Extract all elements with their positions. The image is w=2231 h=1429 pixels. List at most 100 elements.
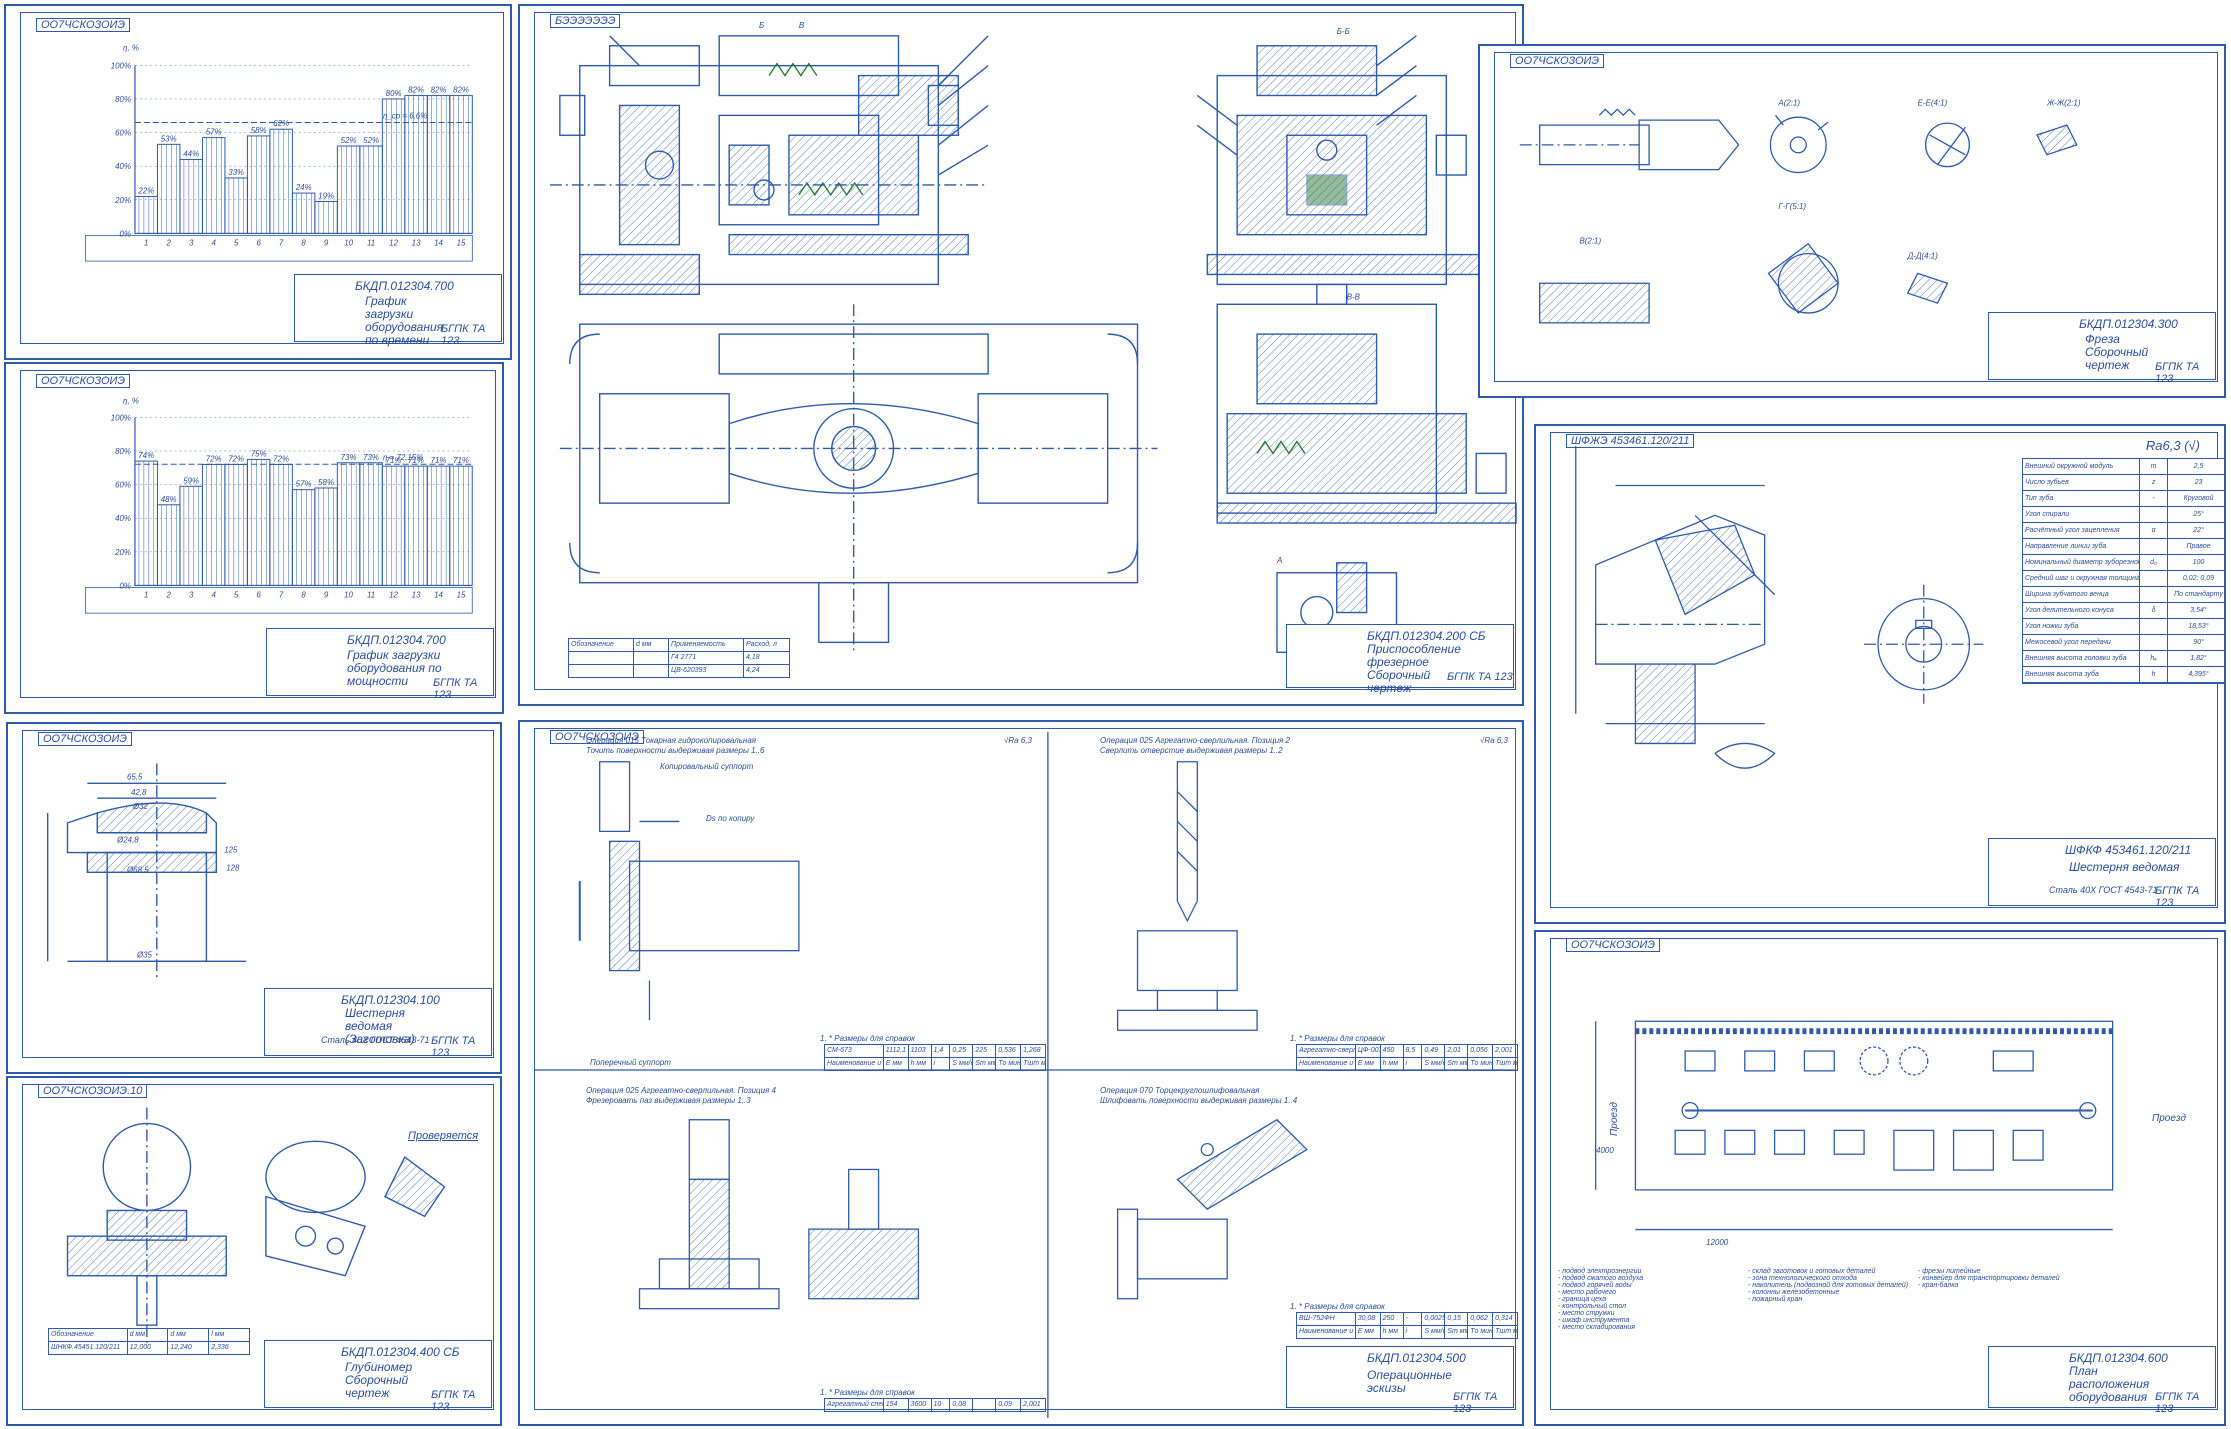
view-label: В <box>799 21 805 30</box>
doc-org: БГПК ТА 123 <box>431 1389 476 1413</box>
view-label: А(2:1) <box>1777 98 1800 107</box>
x-tick-label: 2 <box>166 238 172 247</box>
op3-title: Операция 025 Агрегатно-сверлильная. Пози… <box>586 1086 776 1105</box>
passage-right: Проезд <box>2152 1113 2186 1124</box>
bar <box>359 145 383 234</box>
sheet-chart-time: ОО7ЧСКОЗОИЭ η, % 0% 20% 40% 60% 80% 100% 22% 1 5… <box>4 4 512 360</box>
sheet-assembly: БЭЭЭЭЭЭЭ Б-Б В-В А Б В Обозначение d мм … <box>518 4 1524 706</box>
param-row: Номинальный диаметр зуборезной головкиd₀… <box>2023 555 2224 571</box>
doc-code: БКДП.012304.400 СБ <box>341 1345 460 1359</box>
bar-value-label: 82% <box>453 86 469 95</box>
bar <box>314 487 338 586</box>
sheet-gauge: ОО7ЧСКОЗОИЭ.10 Проверяется Обозначение d … <box>6 1076 502 1426</box>
x-tick-label: 4 <box>211 238 216 247</box>
x-tick-label: 9 <box>324 590 329 599</box>
view-label: В(2:1) <box>1579 237 1601 246</box>
bar <box>224 463 248 586</box>
title-block: БКДП.012304.700 График загрузки оборудов… <box>294 274 502 347</box>
x-tick-label: 15 <box>457 590 466 599</box>
bar <box>156 504 181 586</box>
sizes-note: 1. * Размеры для справок <box>820 1034 915 1043</box>
feed-label: Ds по копиру <box>706 814 755 823</box>
svg-text:Ø32: Ø32 <box>132 802 149 811</box>
param-row: Внешняя высота головки зуба hₐ 1,82° <box>2023 651 2224 667</box>
x-tick-label: 7 <box>279 590 284 599</box>
x-tick-label: 12 <box>389 590 398 599</box>
bar <box>134 460 158 586</box>
doc-name: Шестерня ведомая <box>2069 860 2180 874</box>
bar <box>336 462 361 586</box>
svg-text:Ø24,8: Ø24,8 <box>116 836 139 845</box>
passage-left: Проезд <box>1608 1102 1620 1136</box>
bar <box>201 137 226 234</box>
sheet-mill: ОО7ЧСКОЗОИЭ А(2:1) Е-Е(4:1) Ж-Ж(2:1) Г-Г… <box>1478 44 2226 398</box>
y-tick-label: 20% <box>114 548 131 557</box>
y-tick-label: 80% <box>115 95 131 104</box>
svg-text:Ø35: Ø35 <box>136 950 153 959</box>
bar-value-label: 19% <box>318 192 334 201</box>
application-table: Обозначение d мм Применяемость Расход, л Г4… <box>568 638 790 678</box>
y-tick-label: 80% <box>115 447 131 456</box>
bar-value-label: 82% <box>431 86 447 95</box>
bar-value-label: 52% <box>363 136 379 145</box>
y-tick-label: 60% <box>115 481 131 490</box>
x-tick-label: 11 <box>367 590 375 599</box>
mean-label: η = 72,15% <box>383 453 423 462</box>
svg-text:42,8: 42,8 <box>131 788 147 797</box>
y-tick-label: 60% <box>115 129 131 138</box>
bar-value-label: 59% <box>183 476 199 485</box>
bar <box>179 158 203 234</box>
title-block: ШФКФ 453461.120/211 Шестерня ведомая Ста… <box>1988 838 2216 909</box>
doc-org: БГПК ТА 123 <box>431 1035 476 1059</box>
y-tick-label: 100% <box>111 413 131 422</box>
bar-value-label: 48% <box>161 495 177 504</box>
op4-title: Операция 070 Торцекруглошлифовальная Шли… <box>1100 1086 1298 1105</box>
x-tick-label: 14 <box>434 590 443 599</box>
view-label: В-В <box>1347 292 1361 301</box>
bar <box>381 465 406 586</box>
bar-value-label: 33% <box>228 168 244 177</box>
x-tick-label: 2 <box>165 590 171 599</box>
svg-text:65,5: 65,5 <box>127 772 143 781</box>
support2-label: Поперечный суппорт <box>590 1058 671 1067</box>
doc-code: БКДП.012304.700 <box>355 279 454 293</box>
doc-name: План расположения оборудования <box>2069 1364 2150 1404</box>
doc-code: БКДП.012304.300 <box>2079 317 2178 331</box>
doc-name: График загрузки оборудования по мощности <box>347 648 442 688</box>
roughness-mark: √Ra 6,3 <box>1480 736 1508 745</box>
doc-code: БКДП.012304.600 <box>2069 1351 2168 1365</box>
x-tick-label: 5 <box>234 590 239 599</box>
y-tick-label: 20% <box>114 196 131 205</box>
bar <box>314 200 338 234</box>
bar <box>336 145 361 234</box>
x-tick-label: 11 <box>367 238 375 247</box>
svg-text:Ø68,5: Ø68,5 <box>126 865 149 874</box>
doc-org: БГПК ТА 123 <box>1447 671 1513 683</box>
mean-label: η_ср = 6,6% <box>383 112 427 121</box>
y-tick-label: 100% <box>111 61 131 70</box>
bar-value-label: 22% <box>137 186 154 195</box>
y-tick-label: 40% <box>115 514 131 523</box>
x-tick-label: 1 <box>144 238 148 247</box>
doc-name: Глубиномер Сборочный чертеж <box>345 1360 413 1400</box>
bar-value-label: 82% <box>408 86 424 95</box>
y-tick-label: 0% <box>120 229 131 238</box>
view-label: Е-Е(4:1) <box>1918 98 1948 107</box>
doc-code: ШФКФ 453461.120/211 <box>2065 843 2192 857</box>
support-label: Копировальный суппорт <box>660 762 754 771</box>
param-row: Расчётный угол зацепления α 22° <box>2023 523 2224 539</box>
bar-value-label: 44% <box>183 150 199 159</box>
x-tick-label: 13 <box>412 590 421 599</box>
param-row: Угол ножки зуба 18,53° <box>2023 619 2224 635</box>
sizes-note: 1. * Размеры для справок <box>1290 1034 1385 1043</box>
x-tick-label: 10 <box>344 590 353 599</box>
gauge-table: Обозначение d мм d мм l мм ШНКФ.45451.120/2… <box>48 1328 250 1355</box>
bar <box>224 177 248 234</box>
sheet-gear: ШФЖЭ 453461.120/211 Ra6,3 (√) Внешний ок… <box>1534 424 2226 924</box>
x-tick-label: 10 <box>344 238 353 247</box>
title-block: БКДП.012304.500 Операционные эскизы БГПК… <box>1286 1346 1514 1415</box>
doc-org: БГПК ТА 123 <box>441 323 486 347</box>
doc-org: БГПК ТА 123 <box>1453 1391 1498 1415</box>
view-label: Б-Б <box>1337 27 1350 36</box>
param-row: Ширина зубчатого венца По стандарту <box>2023 587 2224 603</box>
